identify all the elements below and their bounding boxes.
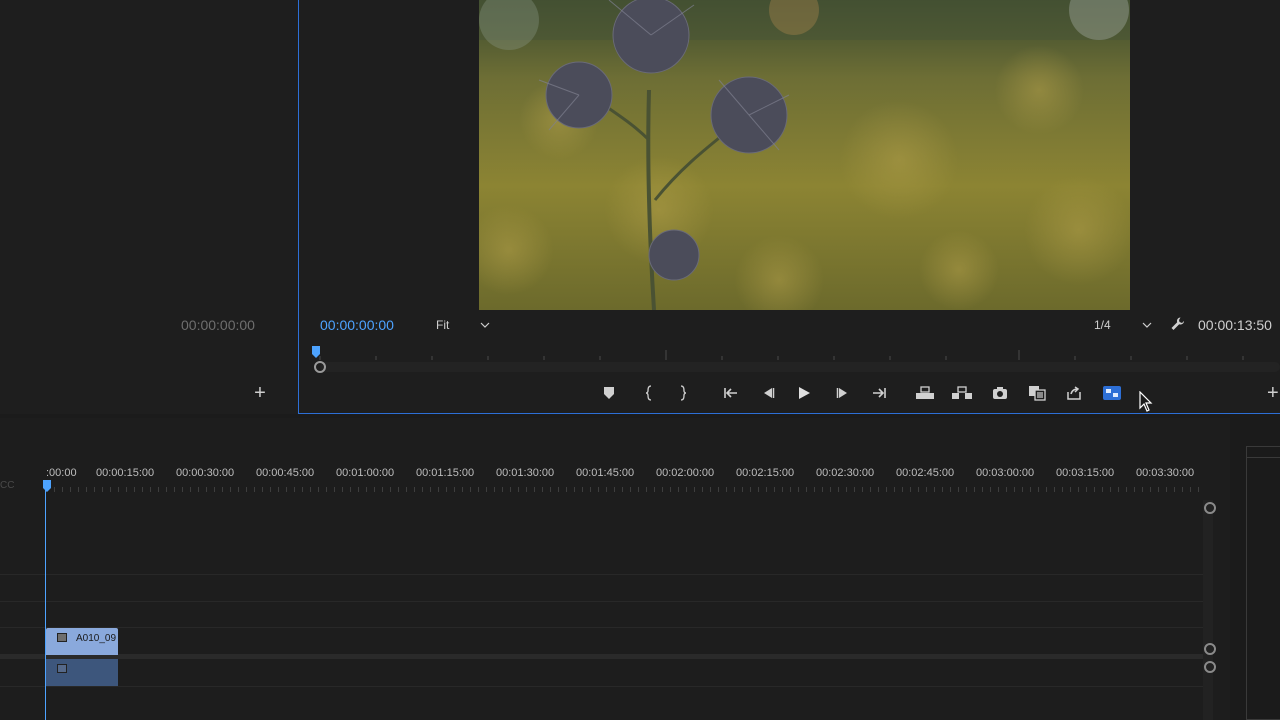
track-separator [0, 574, 1204, 575]
video-audio-divider[interactable] [0, 654, 1204, 659]
go-to-out-button[interactable] [868, 382, 890, 404]
go-to-in-icon [724, 388, 737, 398]
mark-in-button[interactable] [638, 382, 660, 404]
go-to-out-icon [873, 388, 886, 398]
scrollbar-handle[interactable] [1204, 502, 1216, 514]
ruler-label: 00:01:15:00 [416, 467, 475, 479]
ruler-label: 00:01:45:00 [576, 467, 635, 479]
fx-icon [57, 633, 67, 642]
extract-button[interactable] [951, 382, 973, 404]
ruler-label: 00:02:15:00 [736, 467, 795, 479]
track-separator [0, 627, 1204, 628]
source-timecode[interactable]: 00:00:00:00 [181, 317, 255, 333]
program-timecode[interactable]: 00:00:00:00 [320, 317, 394, 333]
scrollbar-handle[interactable] [314, 361, 326, 373]
wrench-icon[interactable] [1170, 316, 1186, 332]
play-button[interactable] [793, 382, 815, 404]
audio-meter [1246, 446, 1280, 720]
timeline-panel [0, 418, 1230, 720]
program-ruler[interactable] [312, 344, 1280, 362]
mark-out-button[interactable] [672, 382, 694, 404]
program-duration: 00:00:13:50 [1198, 317, 1272, 333]
video-preview [479, 0, 1130, 310]
chevron-down-icon [480, 322, 490, 328]
source-monitor-panel [0, 0, 298, 414]
ruler-label: 00:01:30:00 [496, 467, 555, 479]
play-icon [799, 387, 810, 399]
mark-out-icon [680, 385, 687, 401]
zoom-level-value: Fit [436, 318, 450, 332]
track-separator [0, 601, 1204, 602]
ruler-label: 00:00:15:00 [96, 467, 155, 479]
ruler-label: 00:00:30:00 [176, 467, 235, 479]
lift-button[interactable] [914, 382, 936, 404]
step-forward-button[interactable] [832, 382, 854, 404]
ruler-label: :00:00 [46, 467, 77, 479]
captions-label: CC [0, 480, 15, 491]
video-frame-image [479, 0, 1130, 310]
ruler-label: 00:03:00:00 [976, 467, 1035, 479]
timeline-ruler-ticks[interactable] [46, 482, 1202, 494]
program-add-button[interactable]: + [1267, 383, 1280, 403]
marker-icon [604, 387, 614, 399]
scrollbar-handle[interactable] [1204, 643, 1216, 655]
chevron-down-icon [1142, 322, 1152, 328]
vr-video-icon [1103, 386, 1121, 400]
add-marker-button[interactable] [598, 382, 620, 404]
program-zoom-scrollbar[interactable] [320, 362, 1280, 372]
vr-video-button[interactable] [1101, 382, 1123, 404]
program-playhead[interactable] [312, 346, 320, 358]
ruler-label: 00:00:45:00 [256, 467, 315, 479]
audio-meter-header [1246, 446, 1280, 458]
ruler-label: 00:02:00:00 [656, 467, 715, 479]
resolution-value: 1/4 [1094, 318, 1111, 332]
playback-resolution-select[interactable]: 1/4 [1088, 315, 1158, 335]
extract-icon [952, 386, 972, 399]
comparison-view-icon [1029, 386, 1046, 401]
export-frame-button[interactable] [989, 382, 1011, 404]
source-add-button[interactable]: + [250, 383, 270, 403]
step-forward-icon [836, 388, 847, 398]
zoom-level-select[interactable]: Fit [430, 315, 496, 335]
ruler-label: 00:02:45:00 [896, 467, 955, 479]
mouse-cursor-icon [1139, 391, 1153, 412]
clip-name: A010_09 [76, 633, 117, 644]
ruler-label: 00:01:00:00 [336, 467, 395, 479]
timeline-vertical-scrollbar[interactable] [1203, 500, 1213, 720]
lift-icon [916, 386, 934, 399]
comparison-view-button[interactable] [1026, 382, 1048, 404]
ruler-label: 00:03:30:00 [1136, 467, 1195, 479]
timeline-playhead-line [45, 490, 46, 720]
step-back-icon [764, 388, 775, 398]
scrollbar-handle[interactable] [1204, 661, 1216, 673]
camera-icon [993, 387, 1007, 399]
share-button[interactable] [1063, 382, 1085, 404]
track-separator [0, 686, 1204, 687]
share-icon [1067, 386, 1081, 400]
fx-icon [57, 664, 67, 673]
go-to-in-button[interactable] [720, 382, 742, 404]
mark-in-icon [645, 385, 652, 401]
ruler-label: 00:02:30:00 [816, 467, 875, 479]
ruler-label: 00:03:15:00 [1056, 467, 1115, 479]
step-back-button[interactable] [757, 382, 779, 404]
